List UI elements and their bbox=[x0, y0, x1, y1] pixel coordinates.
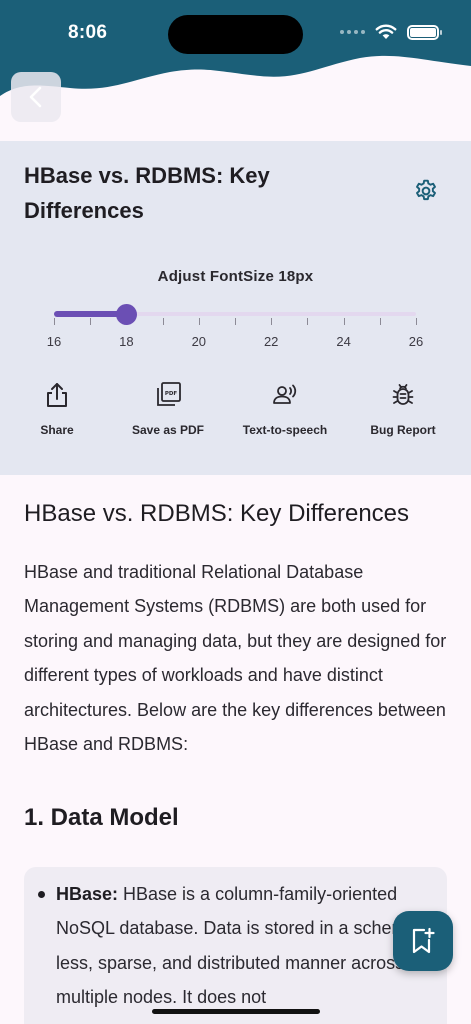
article-intro: HBase and traditional Relational Databas… bbox=[24, 562, 447, 755]
reader-settings-panel: HBase vs. RDBMS: Key Differences Adjust … bbox=[0, 141, 471, 475]
slider-tick-label: 20 bbox=[191, 334, 207, 349]
save-pdf-button[interactable]: PDF Save as PDF bbox=[113, 381, 223, 437]
gear-icon[interactable] bbox=[413, 178, 439, 204]
pdf-icon: PDF bbox=[157, 382, 181, 406]
status-time: 8:06 bbox=[68, 22, 108, 43]
home-indicator bbox=[152, 1009, 320, 1014]
slider-tick bbox=[416, 318, 417, 325]
list-item-term: HBase: bbox=[56, 884, 119, 904]
slider-tick-label: 16 bbox=[46, 334, 62, 349]
share-icon bbox=[47, 383, 67, 407]
slider-tick bbox=[235, 318, 236, 325]
slider-tick bbox=[198, 318, 200, 325]
slider-tick bbox=[162, 318, 164, 325]
slider-tick-label: 24 bbox=[336, 334, 351, 349]
panel-title: HBase vs. RDBMS: Key Differences bbox=[24, 163, 270, 223]
signal-icon bbox=[340, 30, 365, 34]
slider-tick bbox=[90, 318, 92, 325]
slider-thumb[interactable] bbox=[116, 304, 138, 325]
bullet-list: HBase: HBase is a column-family-oriented… bbox=[24, 867, 447, 1015]
share-label: Share bbox=[40, 423, 74, 437]
add-bookmark-button[interactable] bbox=[393, 911, 453, 971]
slider-tick bbox=[54, 318, 55, 325]
slider-tick bbox=[307, 318, 309, 325]
wifi-icon bbox=[375, 24, 397, 39]
bug-report-label: Bug Report bbox=[370, 423, 436, 437]
font-size-slider[interactable] bbox=[54, 304, 417, 327]
svg-text:PDF: PDF bbox=[165, 391, 178, 397]
slider-tick bbox=[271, 318, 273, 325]
back-button[interactable] bbox=[11, 72, 61, 122]
text-to-speech-label: Text-to-speech bbox=[242, 423, 328, 437]
save-pdf-label: Save as PDF bbox=[131, 423, 205, 437]
status-icons bbox=[340, 24, 442, 40]
text-to-speech-button[interactable]: Text-to-speech bbox=[230, 381, 340, 437]
section-title: 1. Data Model bbox=[24, 804, 179, 831]
speaker-icon bbox=[273, 384, 297, 404]
slider-tick-label: 22 bbox=[263, 334, 279, 349]
bug-report-button[interactable]: Bug Report bbox=[348, 381, 458, 437]
article-title: HBase vs. RDBMS: Key Differences bbox=[24, 500, 410, 527]
chevron-left-icon bbox=[29, 86, 42, 108]
dynamic-island bbox=[168, 15, 303, 54]
section-card: HBase: HBase is a column-family-oriented… bbox=[24, 867, 447, 1024]
action-bar: Share PDF Save as PDF Text-to-speech Bug… bbox=[0, 381, 471, 441]
bug-icon bbox=[392, 384, 414, 405]
slider-tick-label: 26 bbox=[408, 334, 424, 349]
bookmark-add-icon bbox=[412, 927, 435, 954]
slider-tick-label: 18 bbox=[119, 334, 134, 349]
slider-tick bbox=[379, 318, 381, 325]
share-button[interactable]: Share bbox=[2, 381, 112, 437]
font-size-label: Adjust FontSize 18px bbox=[157, 268, 314, 285]
battery-icon bbox=[407, 24, 442, 40]
slider-tick bbox=[343, 318, 345, 325]
list-item: HBase: HBase is a column-family-oriented… bbox=[38, 877, 433, 1015]
